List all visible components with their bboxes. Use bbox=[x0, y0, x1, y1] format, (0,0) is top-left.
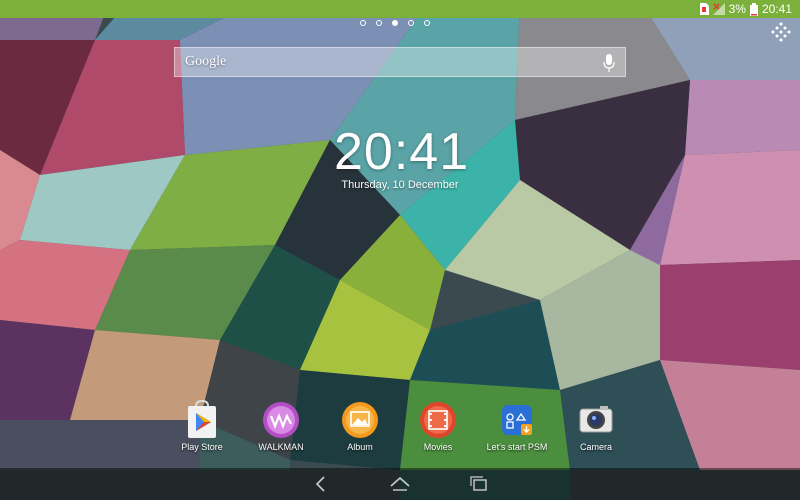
app-album[interactable]: Album bbox=[320, 400, 400, 452]
album-icon bbox=[340, 400, 380, 440]
recents-icon[interactable] bbox=[468, 474, 492, 494]
app-label: Album bbox=[347, 442, 373, 452]
back-icon[interactable] bbox=[308, 474, 332, 494]
page-dot bbox=[376, 20, 382, 26]
app-movies[interactable]: Movies bbox=[398, 400, 478, 452]
sd-card-error-icon bbox=[699, 3, 709, 15]
app-label: Camera bbox=[579, 442, 612, 452]
page-dot-active bbox=[392, 20, 398, 26]
apps-grid-icon[interactable] bbox=[770, 22, 792, 44]
app-label: Let's start PSM bbox=[486, 442, 548, 452]
clock-date: Thursday, 10 December bbox=[341, 179, 459, 191]
home-icon[interactable] bbox=[388, 474, 412, 494]
google-search-bar[interactable]: Google bbox=[174, 47, 626, 77]
psm-icon bbox=[497, 400, 537, 440]
page-dot bbox=[408, 20, 414, 26]
search-label: Google bbox=[185, 54, 227, 69]
navigation-bar bbox=[0, 468, 800, 500]
mic-icon[interactable] bbox=[603, 54, 615, 72]
movies-icon bbox=[418, 400, 458, 440]
clock-time[interactable]: 20:41 bbox=[334, 122, 468, 182]
app-label: Movies bbox=[423, 442, 453, 452]
app-walkman[interactable]: WALKMAN bbox=[241, 400, 321, 452]
app-lets-start-psm[interactable]: Let's start PSM bbox=[477, 400, 557, 452]
app-label: Play Store bbox=[181, 442, 223, 452]
battery-charging-icon bbox=[749, 2, 758, 16]
app-label: WALKMAN bbox=[258, 442, 304, 452]
status-time: 20:41 bbox=[761, 2, 792, 16]
no-signal-icon bbox=[712, 3, 725, 15]
camera-icon bbox=[576, 400, 616, 440]
play-store-icon bbox=[182, 400, 222, 440]
status-icons: 3% 20:41 bbox=[699, 0, 792, 18]
page-dot bbox=[360, 20, 366, 26]
page-dot bbox=[424, 20, 430, 26]
battery-percent: 3% bbox=[728, 2, 746, 16]
app-play-store[interactable]: Play Store bbox=[162, 400, 242, 452]
app-camera[interactable]: Camera bbox=[556, 400, 636, 452]
walkman-icon bbox=[261, 400, 301, 440]
status-bar: 3% 20:41 bbox=[0, 0, 800, 18]
page-indicator bbox=[360, 18, 430, 28]
